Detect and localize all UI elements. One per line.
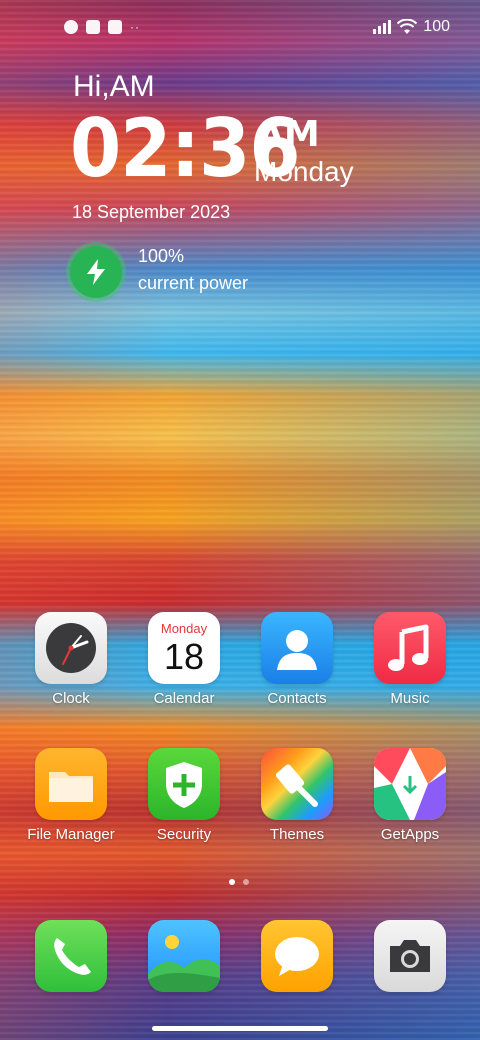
app-label: Clock xyxy=(52,690,90,707)
signal-icon xyxy=(373,20,392,34)
getapps-icon xyxy=(374,748,446,820)
notification-icon-2 xyxy=(86,20,100,34)
greeting: Hi,AM xyxy=(73,70,155,103)
calendar-icon: Monday 18 xyxy=(148,612,220,684)
music-note-icon xyxy=(374,612,446,684)
notification-icon-3 xyxy=(108,20,122,34)
app-label: Calendar xyxy=(153,690,215,707)
app-label: Contacts xyxy=(267,690,327,707)
system-icons: 100 xyxy=(373,18,450,36)
calendar-icon-day: 18 xyxy=(163,636,205,677)
battery-widget-icon[interactable] xyxy=(70,246,122,298)
app-themes[interactable]: Themes xyxy=(242,748,352,843)
status-bar: ·· 100 xyxy=(0,0,480,56)
dock-phone[interactable] xyxy=(16,920,126,992)
camera-icon xyxy=(374,920,446,992)
contacts-icon xyxy=(261,612,333,684)
battery-label: current power xyxy=(138,273,249,293)
lightning-icon xyxy=(87,259,105,285)
wifi-icon xyxy=(397,19,418,34)
dock-camera[interactable] xyxy=(355,920,465,992)
app-label: File Manager xyxy=(27,826,115,843)
phone-icon xyxy=(35,920,107,992)
app-music[interactable]: Music xyxy=(355,612,465,707)
shield-icon xyxy=(148,748,220,820)
day-of-week: Monday xyxy=(254,156,354,187)
clock-icon xyxy=(35,612,107,684)
app-contacts[interactable]: Contacts xyxy=(242,612,352,707)
messages-icon xyxy=(261,920,333,992)
paintbrush-icon xyxy=(261,748,333,820)
app-label: Security xyxy=(156,826,212,843)
calendar-icon-month: Monday xyxy=(160,621,208,636)
page-indicator[interactable] xyxy=(229,879,249,885)
app-label: Themes xyxy=(269,826,325,843)
battery-percent: 100% xyxy=(138,246,185,266)
page-dot-active xyxy=(229,879,235,885)
app-getapps[interactable]: GetApps xyxy=(355,748,465,843)
more-notifications-icon: ·· xyxy=(130,20,140,34)
home-gesture-bar[interactable] xyxy=(152,1026,328,1031)
app-label: GetApps xyxy=(380,826,440,843)
app-calendar[interactable]: Monday 18 Calendar xyxy=(129,612,239,707)
app-file-manager[interactable]: File Manager xyxy=(16,748,126,843)
dock-messages[interactable] xyxy=(242,920,352,992)
battery-level: 100 xyxy=(423,18,450,35)
app-label: Music xyxy=(390,690,430,707)
dock-gallery[interactable] xyxy=(129,920,239,992)
gallery-icon xyxy=(148,920,220,992)
date-display: 18 September 2023 xyxy=(72,202,231,222)
app-clock[interactable]: Clock xyxy=(16,612,126,707)
notification-icons: ·· xyxy=(64,20,140,34)
notification-icon-1 xyxy=(64,20,78,34)
folder-icon xyxy=(35,748,107,820)
ampm-indicator: AM xyxy=(256,114,320,155)
page-dot xyxy=(243,879,249,885)
app-security[interactable]: Security xyxy=(129,748,239,843)
